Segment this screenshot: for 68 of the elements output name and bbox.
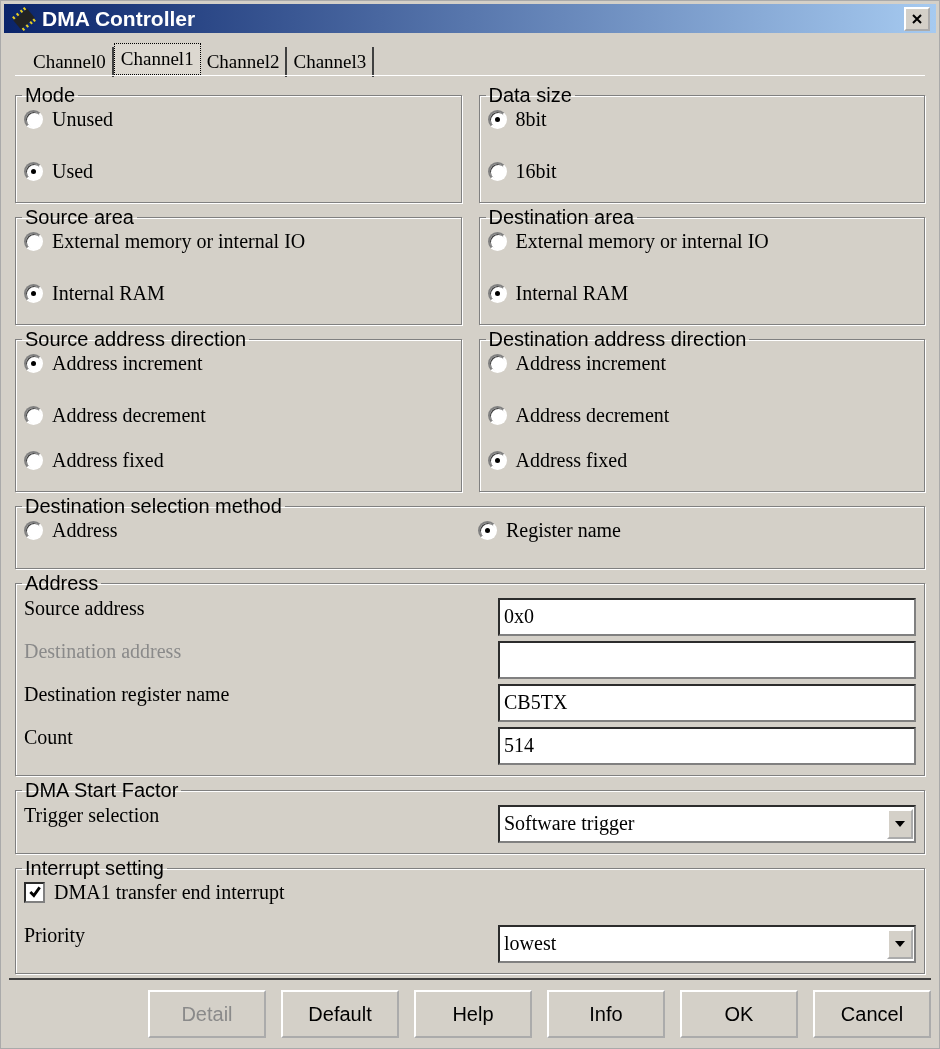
group-title: Destination address direction <box>487 328 748 351</box>
field-label: Source address <box>24 597 145 620</box>
input-field[interactable]: CB5TX <box>498 683 916 722</box>
caret-icon <box>887 928 913 959</box>
group-title: Destination area <box>487 206 636 229</box>
radio-button[interactable] <box>487 406 507 425</box>
group-title: Destination selection method <box>24 495 283 518</box>
dialog-button[interactable]: OK <box>680 990 798 1038</box>
radio-label: External memory or internal IO <box>52 229 306 253</box>
radio-button[interactable] <box>24 284 43 303</box>
group-title: Address <box>24 572 100 595</box>
radio-label: Address <box>52 518 118 542</box>
radio-button[interactable] <box>24 162 43 181</box>
tab[interactable]: Channel1 <box>113 43 201 75</box>
radio-label: Address fixed <box>52 449 164 472</box>
radio-button[interactable] <box>24 353 43 373</box>
radio-label: Internal RAM <box>515 282 629 305</box>
radio-button[interactable] <box>24 406 43 425</box>
group-title: Source address direction <box>24 328 248 351</box>
radio-button[interactable] <box>487 162 507 181</box>
radio-button[interactable] <box>24 231 43 251</box>
radio-label: 16bit <box>515 160 557 183</box>
radio-button[interactable] <box>487 451 507 470</box>
group-title: Interrupt setting <box>24 857 165 880</box>
radio-label: Internal RAM <box>52 282 165 305</box>
group-title: Source area <box>24 206 135 229</box>
group-title: Mode <box>24 84 77 107</box>
radio-button[interactable] <box>487 109 507 129</box>
dropdown[interactable]: lowest <box>498 924 916 963</box>
radio-label: Register name <box>506 518 621 542</box>
close-icon <box>911 12 923 25</box>
input-field[interactable]: 0x0 <box>498 597 916 636</box>
input-field[interactable]: 514 <box>498 726 916 765</box>
group-title: DMA Start Factor <box>24 779 180 802</box>
radio-label: Address increment <box>52 351 203 375</box>
radio-label: Address decrement <box>52 404 206 427</box>
radio-label: Address fixed <box>515 449 628 472</box>
field-label: Count <box>24 726 73 749</box>
dialog-button[interactable]: Help <box>414 990 532 1038</box>
dialog-button[interactable]: Info <box>547 990 665 1038</box>
checkbox-label: DMA1 transfer end interrupt <box>54 880 285 904</box>
caret-icon <box>887 808 913 839</box>
radio-label: Address increment <box>515 351 666 375</box>
radio-button[interactable] <box>24 520 43 540</box>
radio-button[interactable] <box>487 284 507 303</box>
field-label: Priority <box>24 924 86 947</box>
radio-label: Address decrement <box>515 404 670 427</box>
dropdown[interactable]: Software trigger <box>498 804 916 843</box>
checkbox[interactable] <box>24 881 45 903</box>
radio-label: 8bit <box>515 107 547 131</box>
field-label: Trigger selection <box>24 804 160 827</box>
radio-label: External memory or internal IO <box>515 229 769 253</box>
radio-label: Used <box>52 160 94 183</box>
radio-button[interactable] <box>478 520 497 540</box>
radio-button[interactable] <box>24 109 43 129</box>
radio-button[interactable] <box>24 451 43 470</box>
dialog-button[interactable]: Cancel <box>813 990 931 1038</box>
radio-label: Unused <box>52 107 114 131</box>
window-title: DMA Controller <box>42 6 197 31</box>
radio-button[interactable] <box>487 353 507 373</box>
group-title: Data size <box>487 84 573 107</box>
close-button[interactable] <box>904 6 930 31</box>
chip-icon <box>10 4 38 33</box>
check-icon <box>27 885 42 899</box>
field-label: Destination register name <box>24 683 230 706</box>
radio-button[interactable] <box>487 231 507 251</box>
field-label: Destination address <box>24 640 182 663</box>
dialog-button[interactable]: Default <box>281 990 399 1038</box>
